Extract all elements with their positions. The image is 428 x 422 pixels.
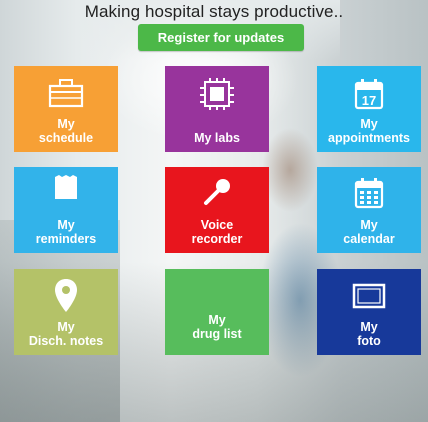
tile-my-foto[interactable]: My foto (317, 269, 421, 355)
tile-label: My reminders (35, 218, 97, 246)
tile-my-schedule[interactable]: My schedule (14, 66, 118, 152)
chip-icon (165, 78, 269, 110)
tile-my-labs[interactable]: My labs (165, 66, 269, 152)
tile-label: My Disch. notes (28, 320, 104, 348)
calendar-grid-icon (317, 177, 421, 209)
tile-label: My drug list (192, 313, 242, 341)
tile-label: My appointments (328, 117, 410, 145)
calendar-day-icon: 17 (317, 78, 421, 110)
note-icon (14, 175, 118, 205)
tile-my-drug-list[interactable]: My drug list (165, 269, 269, 355)
monitor-icon (317, 283, 421, 313)
tile-my-appointments[interactable]: 17 My appointments (317, 66, 421, 152)
tile-label: My labs (194, 131, 240, 145)
tile-my-disch-notes[interactable]: My Disch. notes (14, 269, 118, 355)
briefcase-icon (14, 78, 118, 108)
tile-voice-recorder[interactable]: Voice recorder (165, 167, 269, 253)
tile-label: My schedule (38, 117, 94, 145)
tile-my-reminders[interactable]: My reminders (14, 167, 118, 253)
calendar-day-text: 17 (362, 93, 376, 108)
tile-my-calendar[interactable]: My calendar (317, 167, 421, 253)
map-pin-icon (14, 279, 118, 312)
tile-label: My calendar (343, 218, 395, 246)
microphone-icon (165, 177, 269, 207)
tile-label: My foto (357, 320, 381, 348)
tile-label: Voice recorder (191, 218, 243, 246)
register-button[interactable]: Register for updates (138, 24, 304, 51)
page-headline: Making hospital stays productive.. (84, 2, 344, 21)
